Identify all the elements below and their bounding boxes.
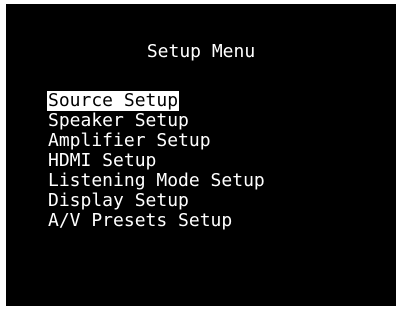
menu-item-speaker-setup[interactable]: Speaker Setup	[47, 111, 266, 131]
menu-item-amplifier-setup[interactable]: Amplifier Setup	[47, 131, 266, 151]
menu-item-label: Display Setup	[48, 190, 189, 211]
menu-item-listening-mode-setup[interactable]: Listening Mode Setup	[47, 171, 266, 191]
osd-screen: Setup Menu Source Setup Speaker Setup Am…	[6, 4, 396, 306]
menu-item-display-setup[interactable]: Display Setup	[47, 191, 266, 211]
menu-title: Setup Menu	[146, 41, 256, 62]
setup-menu-list: Source Setup Speaker Setup Amplifier Set…	[47, 91, 266, 231]
menu-item-label: Amplifier Setup	[48, 130, 211, 151]
menu-item-hdmi-setup[interactable]: HDMI Setup	[47, 151, 266, 171]
menu-item-source-setup[interactable]: Source Setup	[47, 91, 266, 111]
menu-item-label: Source Setup	[47, 90, 180, 111]
menu-item-label: A/V Presets Setup	[48, 210, 233, 231]
menu-item-label: Speaker Setup	[48, 110, 189, 131]
menu-item-label: HDMI Setup	[48, 150, 157, 171]
menu-item-av-presets-setup[interactable]: A/V Presets Setup	[47, 211, 266, 231]
menu-item-label: Listening Mode Setup	[48, 170, 265, 191]
